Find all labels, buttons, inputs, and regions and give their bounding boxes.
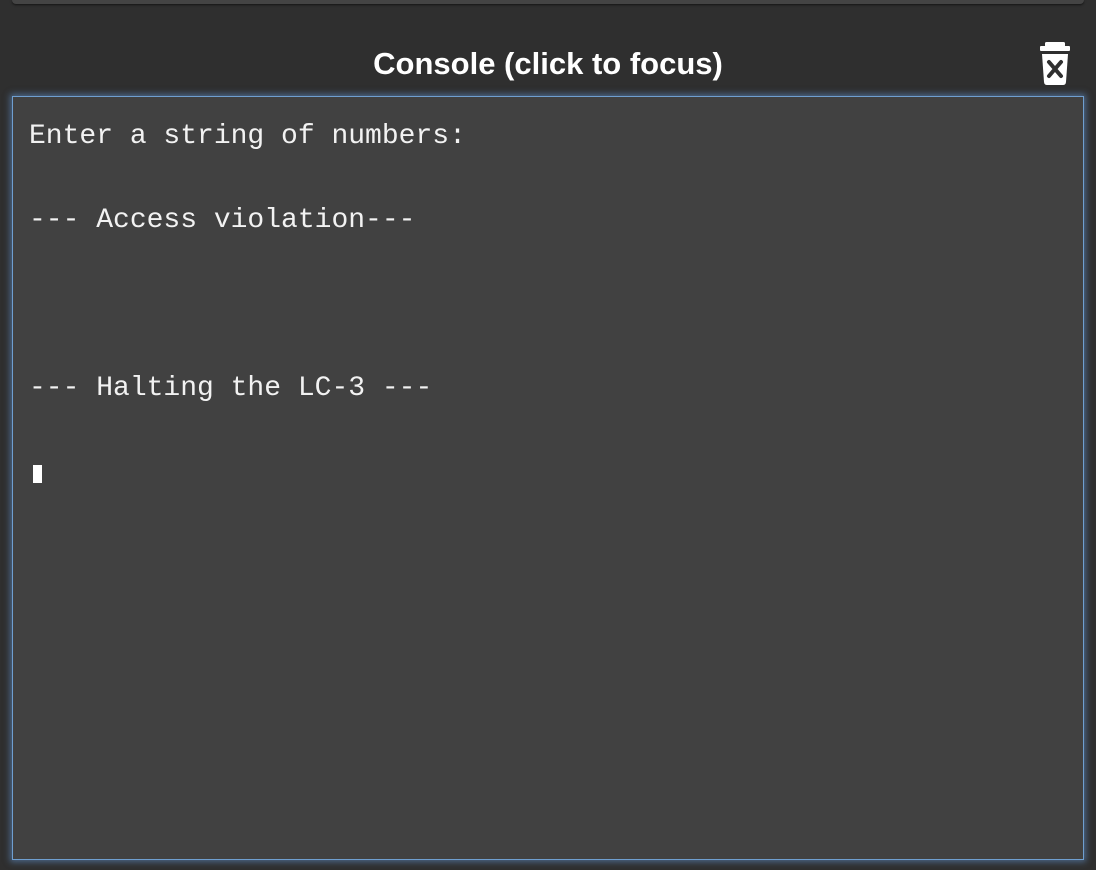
text-cursor xyxy=(33,465,42,483)
console-title[interactable]: Console (click to focus) xyxy=(0,44,1096,84)
console-line: --- Access violation--- xyxy=(29,205,416,236)
clear-console-button[interactable] xyxy=(1036,42,1074,86)
trash-x-icon xyxy=(1040,42,1070,85)
console-header: Console (click to focus) xyxy=(0,30,1096,94)
console-line: --- Halting the LC-3 --- xyxy=(29,373,433,404)
console-line: Enter a string of numbers: xyxy=(29,121,466,152)
console-input-line xyxy=(29,452,1083,494)
console-output[interactable]: Enter a string of numbers: --- Access vi… xyxy=(12,96,1084,860)
previous-panel-edge xyxy=(12,0,1084,4)
